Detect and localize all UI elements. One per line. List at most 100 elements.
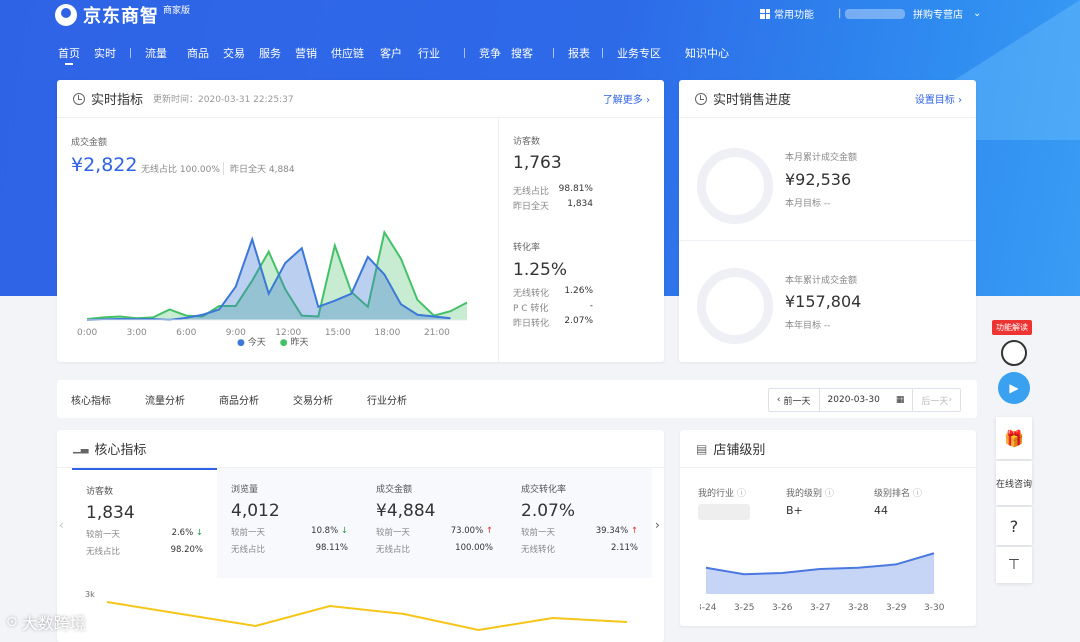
chevron-left-icon[interactable]: ‹ bbox=[59, 518, 64, 532]
calendar-icon[interactable]: ▦ bbox=[896, 395, 905, 405]
wireless-ratio: 无线占比 100.00% bbox=[141, 165, 220, 175]
nav-item-8[interactable]: 客户 bbox=[380, 45, 402, 61]
core-header: ▁▃ 核心指标 bbox=[57, 430, 664, 468]
realtime-trend-chart[interactable]: 0:00 3:00 6:00 9:00 12:00 15:00 18:00 21:00 bbox=[77, 220, 487, 340]
quick-menu-button[interactable]: 常用功能 | bbox=[760, 6, 841, 21]
nav-item-14[interactable]: 知识中心 bbox=[685, 45, 729, 61]
shop-level-chart[interactable]: 3-24 3-25 3-26 3-27 3-28 3-29 3-30 bbox=[700, 540, 960, 620]
legend-yesterday[interactable]: ● 昨天 bbox=[280, 335, 309, 348]
x-tick-label: 18:00 bbox=[374, 328, 400, 338]
tab-3[interactable]: 交易分析 bbox=[293, 392, 333, 407]
nav-item-10[interactable]: 竞争 bbox=[479, 45, 501, 61]
nav-item-9[interactable]: 行业 bbox=[418, 45, 440, 61]
kpi-value: 1,834 bbox=[86, 503, 135, 523]
nav-divider bbox=[553, 48, 554, 58]
brand-name: 京东商智 bbox=[83, 6, 159, 27]
x-tick-label: 0:00 bbox=[77, 328, 97, 338]
nav-divider bbox=[464, 48, 465, 58]
kpi-2[interactable]: 成交金额 ¥4,884 较前一天 73.00% ↑ 无线占比 100.00% bbox=[362, 468, 507, 578]
learn-more-link[interactable]: 了解更多 › bbox=[603, 91, 650, 106]
nav-item-2[interactable]: 流量 bbox=[145, 45, 167, 61]
nav-item-11[interactable]: 搜客 bbox=[511, 45, 533, 61]
kpi-label: 成交金额 bbox=[376, 485, 413, 495]
progress-title: 实时销售进度 bbox=[713, 93, 792, 108]
mascot-icon[interactable] bbox=[1001, 340, 1027, 366]
nav-item-7[interactable]: 供应链 bbox=[331, 45, 364, 61]
kpi-sub-row: 无线占比 98.20% bbox=[86, 545, 203, 557]
gmv-value: ¥2,822 bbox=[71, 154, 138, 176]
chart-legend: ● 今天 ● 昨天 bbox=[237, 335, 309, 348]
divider bbox=[498, 118, 499, 362]
nav-item-5[interactable]: 服务 bbox=[259, 45, 281, 61]
core-trend-chart[interactable] bbox=[97, 594, 637, 642]
jd-logo-icon bbox=[55, 4, 77, 26]
kpi-sub-row: 无线占比 100.00% bbox=[376, 543, 493, 555]
store-name: 拼购专营店 bbox=[913, 10, 963, 21]
kpi-label: 访客数 bbox=[86, 487, 114, 497]
next-day-button[interactable]: 后一天 › bbox=[913, 389, 960, 411]
store-switcher[interactable]: 拼购专营店 ⌄ bbox=[845, 6, 981, 21]
realtime-title: 实时指标 bbox=[91, 93, 144, 108]
watermark: ⊙ 大数跨境 bbox=[6, 614, 86, 633]
back-to-top-button[interactable]: ⊤ bbox=[996, 547, 1032, 583]
date-picker: ‹ 前一天 2020-03-30 ▦ 后一天 › bbox=[767, 388, 961, 412]
realtime-card: 实时指标 更新时间：2020-03-31 22:25:37 了解更多 › 成交金… bbox=[57, 80, 664, 362]
nav-item-4[interactable]: 交易 bbox=[223, 45, 245, 61]
kpi-value: 4,012 bbox=[231, 501, 280, 521]
bar-chart-icon: ▁▃ bbox=[73, 443, 89, 454]
detail-row: 昨日转化 2.07% bbox=[513, 316, 593, 329]
nav-item-6[interactable]: 营销 bbox=[295, 45, 317, 61]
tab-1[interactable]: 流量分析 bbox=[145, 392, 185, 407]
online-consult-button[interactable]: 在线咨询 bbox=[996, 461, 1032, 505]
nav-item-1[interactable]: 实时 bbox=[94, 45, 116, 61]
chevron-down-icon: ⌄ bbox=[973, 8, 982, 19]
tab-2[interactable]: 商品分析 bbox=[219, 392, 259, 407]
year-target: 本年目标 -- bbox=[785, 321, 831, 331]
chevron-right-icon[interactable]: › bbox=[655, 518, 660, 532]
industry-blurred bbox=[698, 504, 750, 520]
kpi-value: ¥4,884 bbox=[376, 501, 436, 521]
tab-list: 核心指标 流量分析 商品分析 交易分析 行业分析 bbox=[57, 392, 427, 407]
nav-item-0[interactable]: 首页 bbox=[58, 45, 80, 65]
brand-logo[interactable]: 京东商智 商家版 bbox=[55, 2, 190, 28]
detail-row: 无线转化 1.26% bbox=[513, 286, 593, 299]
date-input[interactable]: 2020-03-30 ▦ bbox=[820, 389, 914, 411]
nav-item-13[interactable]: 业务专区 bbox=[617, 45, 661, 61]
conversion-value: 1.25% bbox=[513, 260, 568, 280]
kpi-label: 成交转化率 bbox=[521, 485, 567, 495]
main-nav: 首页 实时 流量 商品 交易 服务 营销 供应链 客户 行业 竞争 搜客 报表 业务专区 知识中心 bbox=[58, 44, 753, 65]
nav-divider bbox=[130, 48, 131, 58]
x-tick-label: 3-30 bbox=[924, 603, 945, 613]
kpi-compare-row: 较前一天 2.6% ↓ bbox=[86, 528, 203, 540]
shop-level-card: ▤ 店铺级别 我的行业 ⓘ 我的级别 ⓘ B+ 级别排名 ⓘ 44 3-243-… bbox=[680, 430, 976, 626]
tab-0[interactable]: 核心指标 bbox=[71, 392, 111, 407]
year-progress-ring bbox=[697, 268, 773, 344]
analysis-tabs: 核心指标 流量分析 商品分析 交易分析 行业分析 ‹ 前一天 2020-03-30 ▦ 后… bbox=[57, 380, 977, 418]
kpi-label: 浏览量 bbox=[231, 485, 259, 495]
detail-row: 无线占比 98.81% bbox=[513, 184, 593, 197]
core-title: 核心指标 bbox=[94, 443, 147, 458]
clock-icon bbox=[73, 92, 85, 105]
feature-badge[interactable]: 功能解读 bbox=[992, 320, 1032, 335]
x-tick-label: 3-27 bbox=[810, 603, 830, 613]
grid-icon bbox=[760, 8, 770, 19]
nav-item-12[interactable]: 报表 bbox=[568, 45, 590, 61]
help-button[interactable]: ? bbox=[996, 507, 1032, 545]
kpi-1[interactable]: 浏览量 4,012 较前一天 10.8% ↓ 无线占比 98.11% bbox=[217, 468, 362, 578]
visitors-details: 无线占比 98.81% 昨日全天 1,834 bbox=[513, 184, 593, 214]
x-tick-label: 3-28 bbox=[848, 603, 869, 613]
gift-icon[interactable]: 🎁 bbox=[996, 417, 1032, 459]
kpi-3[interactable]: 成交转化率 2.07% 较前一天 39.34% ↑ 无线转化 2.11% bbox=[507, 468, 652, 578]
core-line bbox=[106, 601, 628, 632]
legend-today[interactable]: ● 今天 bbox=[237, 335, 266, 348]
gmv-label: 成交金额 bbox=[71, 138, 108, 148]
progress-header: 实时销售进度 设置目标 › bbox=[679, 80, 976, 118]
kpi-0[interactable]: 访客数 1,834 较前一天 2.6% ↓ 无线占比 98.20% bbox=[72, 468, 217, 578]
clock-icon bbox=[695, 92, 707, 105]
play-icon[interactable]: ▶ bbox=[998, 372, 1030, 404]
nav-item-3[interactable]: 商品 bbox=[187, 45, 209, 61]
set-target-link[interactable]: 设置目标 › bbox=[915, 91, 962, 106]
rank-label: 级别排名 ⓘ bbox=[874, 489, 922, 499]
tab-4[interactable]: 行业分析 bbox=[367, 392, 407, 407]
prev-day-button[interactable]: ‹ 前一天 bbox=[769, 389, 820, 411]
